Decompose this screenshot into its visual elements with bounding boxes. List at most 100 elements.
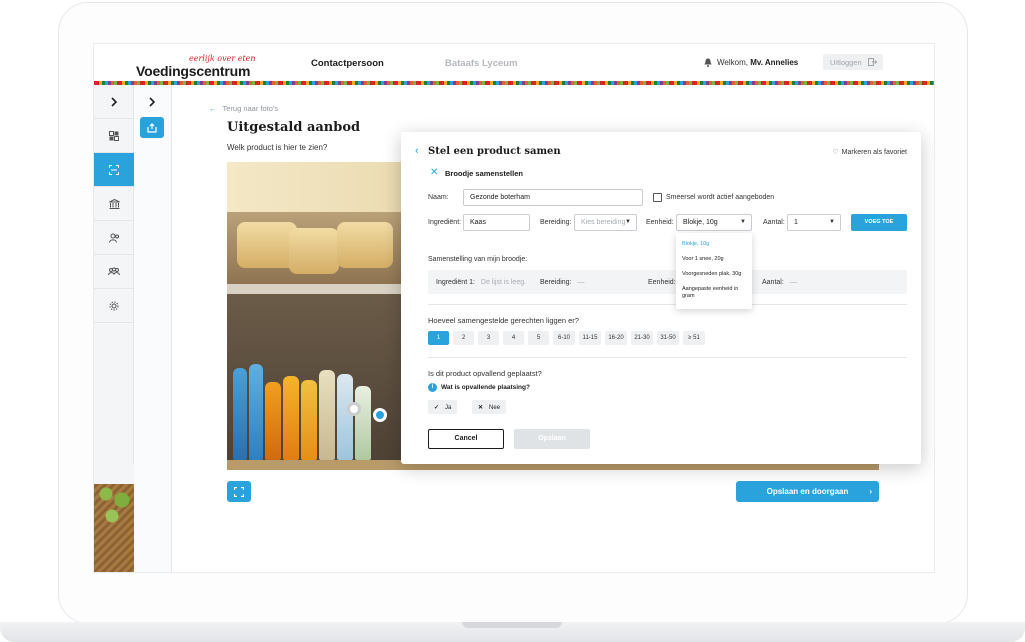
photo-bottle	[337, 374, 353, 460]
count-option[interactable]: 4	[503, 331, 524, 345]
sidebar-item-users[interactable]	[94, 221, 134, 255]
photo-bottle	[355, 386, 371, 460]
sidebar-expand-toggle[interactable]	[94, 85, 134, 119]
unit-option[interactable]: Voor 1 snee, 20g	[676, 256, 752, 263]
photo-bottle	[283, 376, 299, 460]
composition-ingredient: Ingrediënt 1: De lijst is leeg.	[436, 279, 526, 286]
yes-label: Ja	[445, 405, 452, 411]
sidebar-item-school[interactable]	[94, 187, 134, 221]
photo-bread	[237, 222, 297, 268]
amount-label: Aantal:	[763, 219, 785, 226]
logout-button[interactable]: Uitloggen	[823, 54, 883, 70]
back-label: Terug naar foto's	[222, 104, 279, 113]
count-option[interactable]: 2	[453, 331, 474, 345]
composition-title: Samenstelling van mijn broodje:	[428, 256, 528, 263]
count-option[interactable]: 31-50	[657, 331, 679, 345]
unit-option[interactable]: Blokje, 10g	[676, 241, 752, 248]
chevron-right-icon[interactable]	[148, 97, 156, 107]
name-input[interactable]: Gezonde boterham	[463, 189, 643, 206]
photo-bread	[289, 228, 339, 274]
prominent-info-link[interactable]: i Wat is opvallende plaatsing?	[428, 383, 530, 392]
back-to-photos-link[interactable]: ← Terug naar foto's	[209, 104, 278, 113]
count-option[interactable]: 5	[528, 331, 549, 345]
building-icon	[108, 198, 120, 209]
gear-icon	[109, 301, 119, 310]
modal-back-icon[interactable]: ‹	[415, 145, 419, 157]
name-label: Naam:	[428, 194, 449, 201]
unit-select[interactable]: Blokje, 10g ▼	[676, 214, 752, 231]
welcome-prefix: Welkom,	[717, 58, 751, 67]
photo-bread	[337, 222, 393, 268]
fullscreen-button[interactable]	[227, 481, 251, 502]
chevron-right-icon: ›	[869, 487, 872, 496]
logo-name: Voedingscentrum	[136, 63, 251, 79]
app-header: eerlijk over eten Voedingscentrum Contac…	[94, 44, 934, 81]
laptop-notch	[462, 622, 562, 628]
close-icon: ✕	[478, 405, 484, 411]
unit-option[interactable]: Voorgesneden plak, 30g	[676, 271, 752, 278]
preparation-placeholder: Kies bereiding	[581, 219, 626, 226]
composition-list: Ingrediënt 1: De lijst is leeg. Bereiding…	[428, 270, 907, 294]
caret-down-icon: ▼	[625, 219, 631, 225]
close-icon[interactable]: ✕	[430, 167, 438, 178]
unit-option[interactable]: Aangepaste eenheid in gram	[676, 286, 752, 300]
count-option[interactable]: 11-15	[579, 331, 601, 345]
count-option[interactable]: ≥ 51	[683, 331, 705, 345]
sidebar-decorative-photo	[94, 464, 134, 572]
compose-product-modal: ‹ Stel een product samen ♡ Markeren als f…	[401, 132, 921, 464]
count-option[interactable]: 6-10	[553, 331, 575, 345]
preparation-select[interactable]: Kies bereiding ▼	[574, 214, 637, 231]
photo-marker-active[interactable]	[373, 408, 387, 422]
page-title: Uitgestald aanbod	[227, 120, 361, 135]
count-option[interactable]: 3	[478, 331, 499, 345]
no-button[interactable]: ✕ Nee	[472, 400, 507, 414]
logo-tagline: eerlijk over eten	[189, 54, 256, 63]
composition-amount-value: —	[789, 279, 797, 286]
check-icon: ✓	[434, 405, 440, 411]
count-option[interactable]: 1	[428, 331, 449, 345]
count-option[interactable]: 21-30	[631, 331, 653, 345]
amount-select[interactable]: 1 ▼	[787, 214, 841, 231]
nav-contactpersoon[interactable]: Contactpersoon	[311, 58, 384, 69]
favorite-toggle[interactable]: ♡ Markeren als favoriet	[832, 148, 907, 156]
composition-preparation-value: —	[577, 279, 585, 286]
share-button[interactable]	[140, 117, 164, 138]
yes-button[interactable]: ✓ Ja	[428, 400, 458, 414]
save-continue-label: Opslaan en doorgaan	[766, 487, 849, 496]
composition-preparation: Bereiding: —	[540, 279, 585, 286]
count-option[interactable]: 16-20	[605, 331, 627, 345]
add-ingredient-button[interactable]: VOEG TOE	[851, 214, 907, 231]
composition-unit-label: Eenheid:	[648, 279, 676, 286]
prominent-info-text: Wat is opvallende plaatsing?	[441, 384, 530, 392]
nav-school[interactable]: Bataafs Lyceum	[445, 58, 518, 69]
save-and-continue-button[interactable]: Opslaan en doorgaan ›	[736, 481, 879, 502]
groups-icon	[108, 267, 120, 275]
save-button[interactable]: Opslaan	[514, 429, 590, 449]
sidebar-item-scan[interactable]	[94, 153, 134, 187]
actively-offered-label: Smeersel wordt actief aangeboden	[666, 194, 775, 201]
laptop-base	[0, 622, 1025, 642]
ingredient-label: Ingrediënt:	[428, 219, 462, 226]
secondary-sidebar	[134, 85, 172, 572]
expand-icon	[234, 486, 244, 497]
sidebar-item-settings[interactable]	[94, 289, 134, 323]
photo-bottle	[301, 380, 317, 460]
actively-offered-checkbox[interactable]	[653, 193, 662, 202]
cancel-button[interactable]: Cancel	[428, 429, 504, 449]
ingredient-input[interactable]: Kaas	[463, 214, 530, 231]
no-label: Nee	[489, 405, 501, 411]
primary-sidebar	[94, 85, 134, 572]
sidebar-item-dashboard[interactable]	[94, 119, 134, 153]
photo-marker[interactable]	[347, 402, 361, 416]
bell-icon[interactable]	[704, 58, 712, 67]
prominent-question: Is dit product opvallend geplaatst?	[428, 369, 542, 378]
unit-label: Eenheid:	[646, 219, 674, 226]
count-options: 1 2 3 4 5 6-10 11-15 16-20 21-30 31-50 ≥…	[428, 331, 705, 345]
share-icon	[147, 122, 157, 133]
info-icon: i	[428, 383, 437, 392]
sidebar-item-groups[interactable]	[94, 255, 134, 289]
photo-bottle	[233, 368, 247, 460]
photo-bottle	[249, 364, 263, 460]
logout-icon	[868, 58, 877, 66]
user-name: Mv. Annelies	[750, 58, 799, 67]
